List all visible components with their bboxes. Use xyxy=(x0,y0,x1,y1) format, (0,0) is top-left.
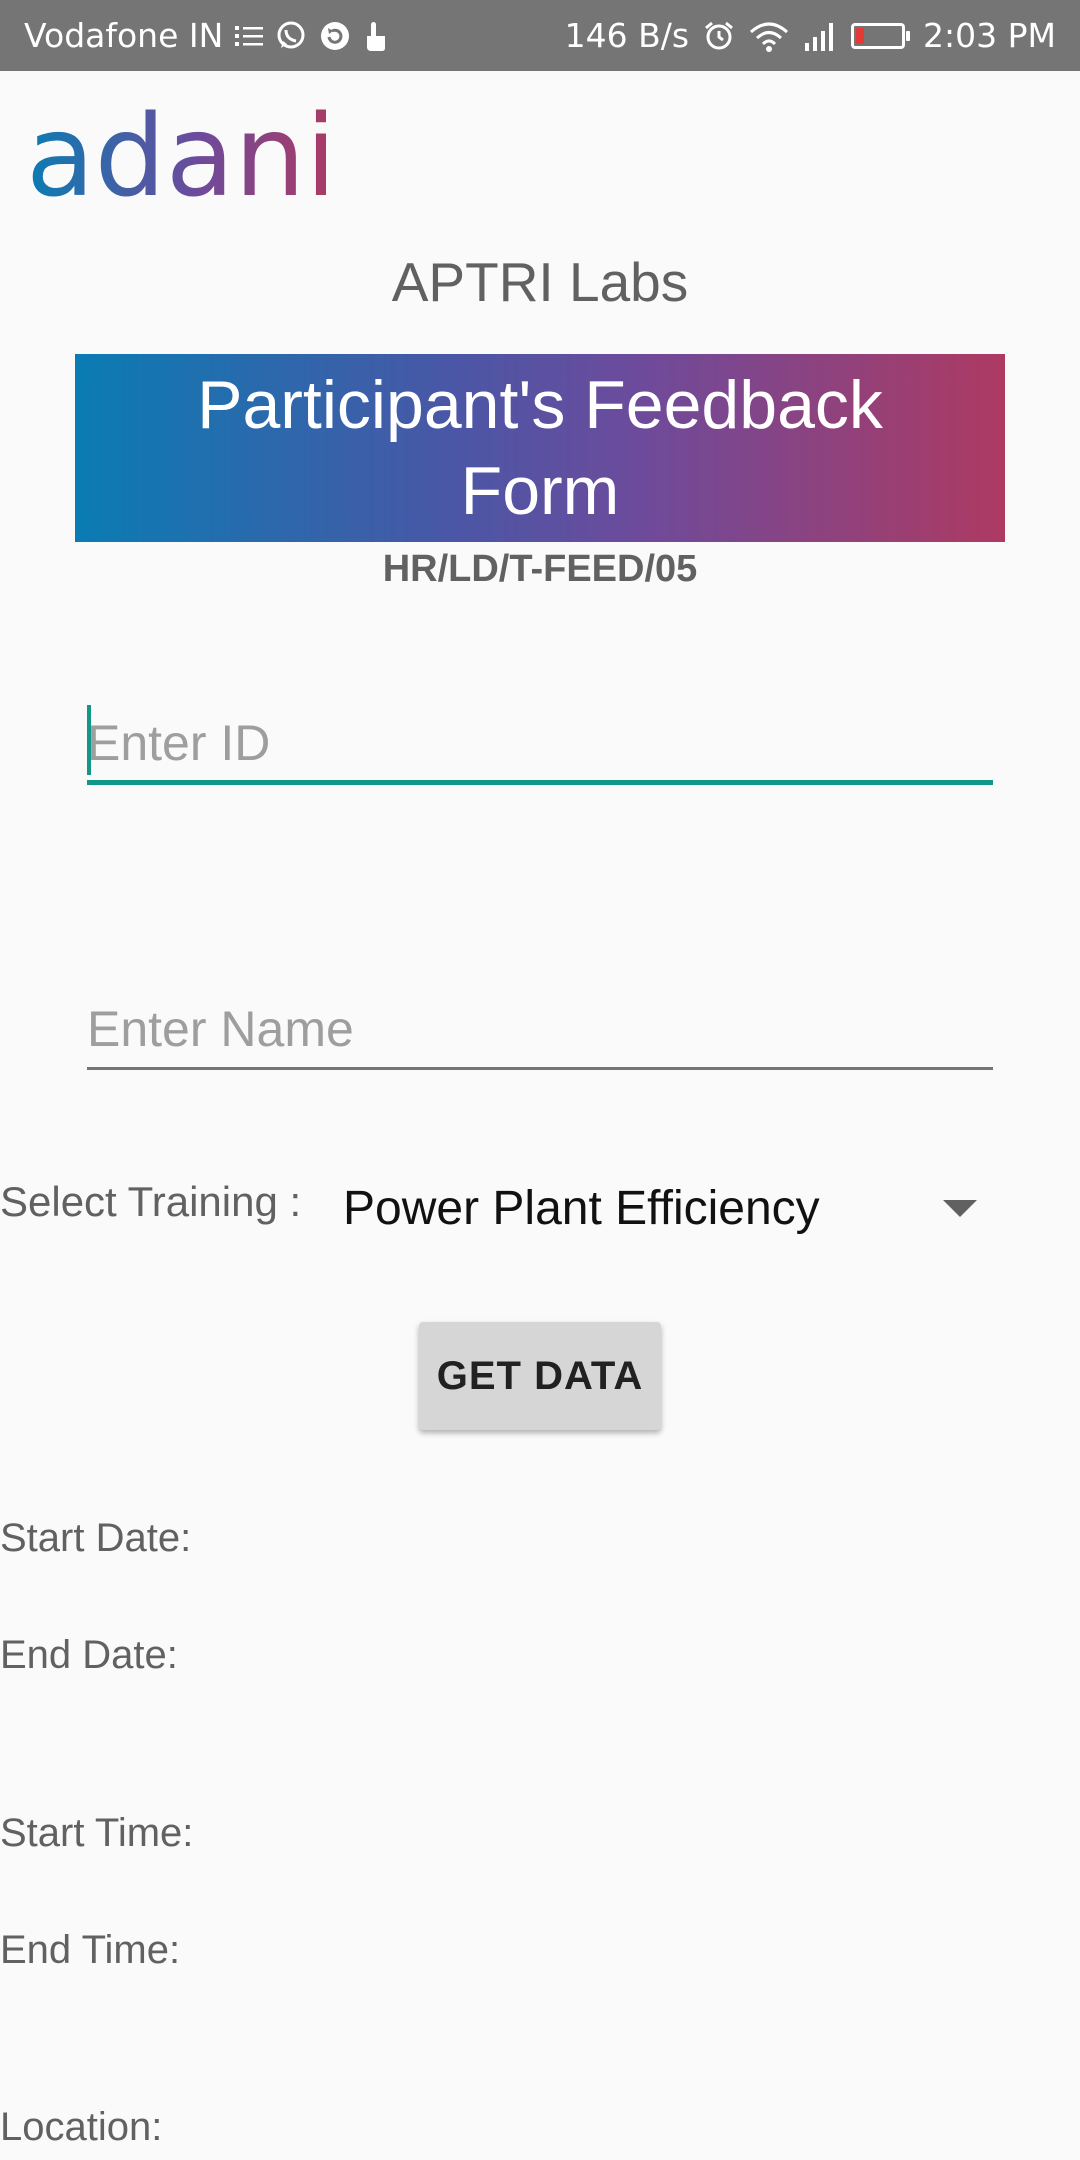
status-time: 2:03 PM xyxy=(923,16,1056,55)
form-title: Participant's Feedback Form xyxy=(197,367,883,529)
dropdown-arrow-icon[interactable] xyxy=(943,1200,977,1217)
network-speed: 146 B/s xyxy=(564,16,690,55)
status-bar-right: 146 B/s 2:03 PM xyxy=(565,0,1056,71)
whatsapp-icon xyxy=(275,20,307,52)
form-code: HR/LD/T-FEED/05 xyxy=(382,548,698,590)
feedback-screen: Vodafone IN 146 B/s 2:03 PM adani APTRI … xyxy=(0,0,1080,2160)
end-time-label: End Time: xyxy=(0,1928,181,1972)
touch-icon xyxy=(363,20,389,52)
get-data-button[interactable]: GET DATA xyxy=(419,1322,661,1430)
battery-icon xyxy=(851,22,911,49)
start-time-label: Start Time: xyxy=(0,1811,194,1855)
location-label: Location: xyxy=(0,2105,163,2149)
text-cursor xyxy=(87,705,91,775)
carrier-name: Vodafone IN xyxy=(24,16,224,55)
name-input[interactable] xyxy=(87,990,993,1070)
sync-icon xyxy=(319,20,351,52)
signal-icon xyxy=(803,21,837,51)
select-training-label: Select Training : xyxy=(0,1178,302,1225)
alarm-icon xyxy=(703,20,735,52)
logo-text: adani xyxy=(26,100,326,210)
form-title-banner: Participant's Feedback Form xyxy=(75,354,1005,542)
training-select[interactable]: Power Plant Efficiency xyxy=(343,1181,820,1236)
status-bar: Vodafone IN 146 B/s 2:03 PM xyxy=(0,0,1080,71)
start-date-label: Start Date: xyxy=(0,1516,192,1560)
list-icon xyxy=(235,24,264,48)
wifi-icon xyxy=(749,20,789,52)
end-date-label: End Date: xyxy=(0,1633,178,1677)
adani-logo: adani xyxy=(26,92,336,222)
lab-name: APTRI Labs xyxy=(391,251,689,313)
status-bar-left: Vodafone IN xyxy=(24,0,389,71)
id-input[interactable] xyxy=(87,705,993,785)
